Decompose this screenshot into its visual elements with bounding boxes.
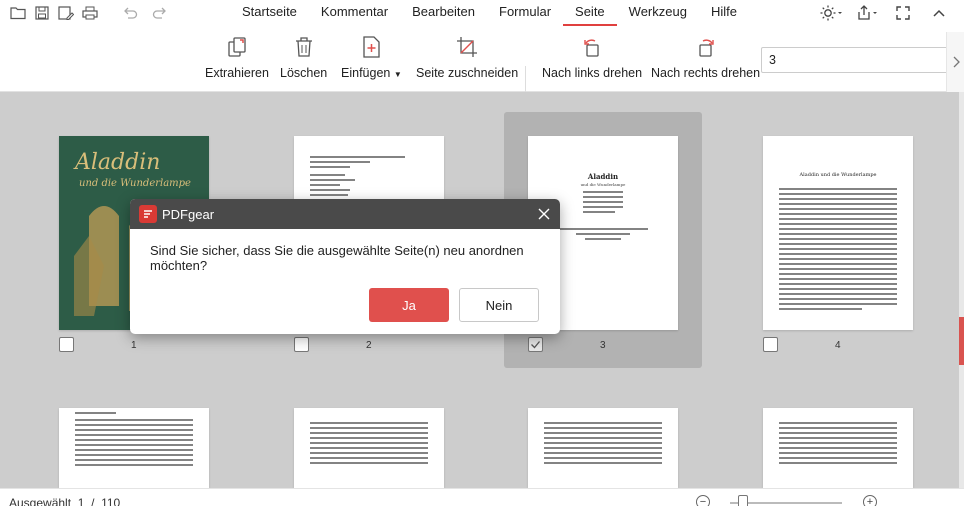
rotate-right-button[interactable]: Nach rechts drehen	[651, 34, 760, 80]
zoom-out-icon[interactable]: −	[696, 495, 710, 506]
theme-sun-icon[interactable]	[820, 3, 842, 23]
menu-formular[interactable]: Formular	[487, 0, 563, 26]
page-text-lines	[544, 422, 662, 467]
close-icon[interactable]	[535, 205, 553, 223]
page-number-4: 4	[835, 340, 841, 351]
delete-label: Löschen	[280, 66, 328, 80]
page-number-2: 2	[366, 340, 372, 351]
delete-button[interactable]: Löschen	[280, 34, 327, 80]
crop-icon	[454, 34, 480, 60]
menu-seite[interactable]: Seite	[563, 0, 617, 26]
page-3-title: Aladdin	[587, 172, 619, 181]
cover-title: Aladdin	[75, 150, 161, 175]
confirm-reorder-dialog: PDFgear Sind Sie sicher, dass Sie die au…	[130, 199, 560, 334]
menu-werkzeug[interactable]: Werkzeug	[617, 0, 699, 26]
menu-bearbeiten[interactable]: Bearbeiten	[400, 0, 487, 26]
pdfgear-logo-icon	[139, 205, 157, 223]
open-file-icon[interactable]	[8, 3, 28, 23]
page-text-lines	[779, 188, 897, 313]
crop-page-button[interactable]: Seite zuschneiden	[416, 34, 518, 80]
insert-label: Einfügen ▼	[341, 66, 402, 80]
extract-button[interactable]: Extrahieren	[205, 34, 269, 80]
vertical-scrollbar[interactable]	[959, 92, 964, 488]
extract-icon	[224, 34, 250, 60]
collapse-ribbon-icon[interactable]	[928, 3, 950, 23]
page-4-heading: Aladdin und die Wunderlampe	[799, 172, 877, 178]
page-number-1: 1	[131, 340, 137, 351]
ribbon-scroll-right-icon[interactable]	[946, 32, 964, 92]
menu-hilfe[interactable]: Hilfe	[699, 0, 749, 26]
page-thumbnail-8[interactable]	[763, 408, 913, 488]
share-icon[interactable]	[856, 3, 878, 23]
menu-kommentar[interactable]: Kommentar	[309, 0, 400, 26]
redo-icon[interactable]	[150, 3, 170, 23]
undo-icon[interactable]	[120, 3, 140, 23]
page-thumbnail-7[interactable]	[528, 408, 678, 488]
page-number-3: 3	[600, 340, 606, 351]
page-text-lines	[310, 156, 410, 199]
checkmark-icon	[531, 341, 540, 349]
rotate-left-label: Nach links drehen	[542, 66, 643, 80]
rotate-right-label: Nach rechts drehen	[651, 66, 761, 80]
selection-count: Ausgewählt 1 / 110	[9, 496, 121, 506]
zoom-in-icon[interactable]: +	[863, 495, 877, 506]
scrollbar-thumb[interactable]	[959, 317, 964, 365]
dialog-header: PDFgear	[130, 199, 560, 229]
page-checkbox-1[interactable]	[59, 337, 74, 352]
page-thumbnail-6[interactable]	[294, 408, 444, 488]
page-text-lines	[583, 191, 623, 216]
save-as-icon[interactable]	[56, 3, 76, 23]
page-checkbox-3[interactable]	[528, 337, 543, 352]
rotate-left-icon	[579, 34, 605, 60]
crop-label: Seite zuschneiden	[416, 66, 519, 80]
dialog-title: PDFgear	[162, 206, 215, 222]
page-text-lines	[558, 228, 648, 243]
menu-bar: Startseite Kommentar Bearbeiten Formular…	[0, 0, 964, 26]
cover-subtitle: und die Wunderlampe	[79, 178, 191, 189]
yes-button[interactable]: Ja	[369, 288, 449, 322]
print-icon[interactable]	[80, 3, 100, 23]
page-thumbnail-4[interactable]: Aladdin und die Wunderlampe	[763, 136, 913, 330]
insert-dropdown-icon: ▼	[393, 70, 402, 79]
page-checkbox-4[interactable]	[763, 337, 778, 352]
extract-label: Extrahieren	[205, 66, 269, 80]
trash-icon	[291, 34, 317, 60]
rotate-left-button[interactable]: Nach links drehen	[542, 34, 642, 80]
page-checkbox-2[interactable]	[294, 337, 309, 352]
insert-page-icon	[358, 34, 384, 60]
no-button[interactable]: Nein	[459, 288, 539, 322]
insert-button[interactable]: Einfügen ▼	[341, 34, 402, 80]
dialog-message: Sind Sie sicher, dass Sie die ausgewählt…	[150, 243, 524, 273]
page-text-lines	[779, 422, 897, 467]
save-icon[interactable]	[32, 3, 52, 23]
menu-startseite[interactable]: Startseite	[230, 0, 309, 26]
main-menu: Startseite Kommentar Bearbeiten Formular…	[230, 0, 749, 26]
rotate-right-icon	[693, 34, 719, 60]
page-3-subtitle: und die Wunderlampe	[580, 182, 626, 187]
page-text-lines	[75, 412, 193, 469]
zoom-slider-handle[interactable]	[738, 495, 748, 506]
page-text-lines	[310, 422, 428, 467]
page-number-input[interactable]	[761, 47, 951, 73]
status-bar: Ausgewählt 1 / 110 − +	[0, 488, 964, 506]
page-thumbnail-5[interactable]	[59, 408, 209, 488]
fullscreen-icon[interactable]	[892, 3, 914, 23]
